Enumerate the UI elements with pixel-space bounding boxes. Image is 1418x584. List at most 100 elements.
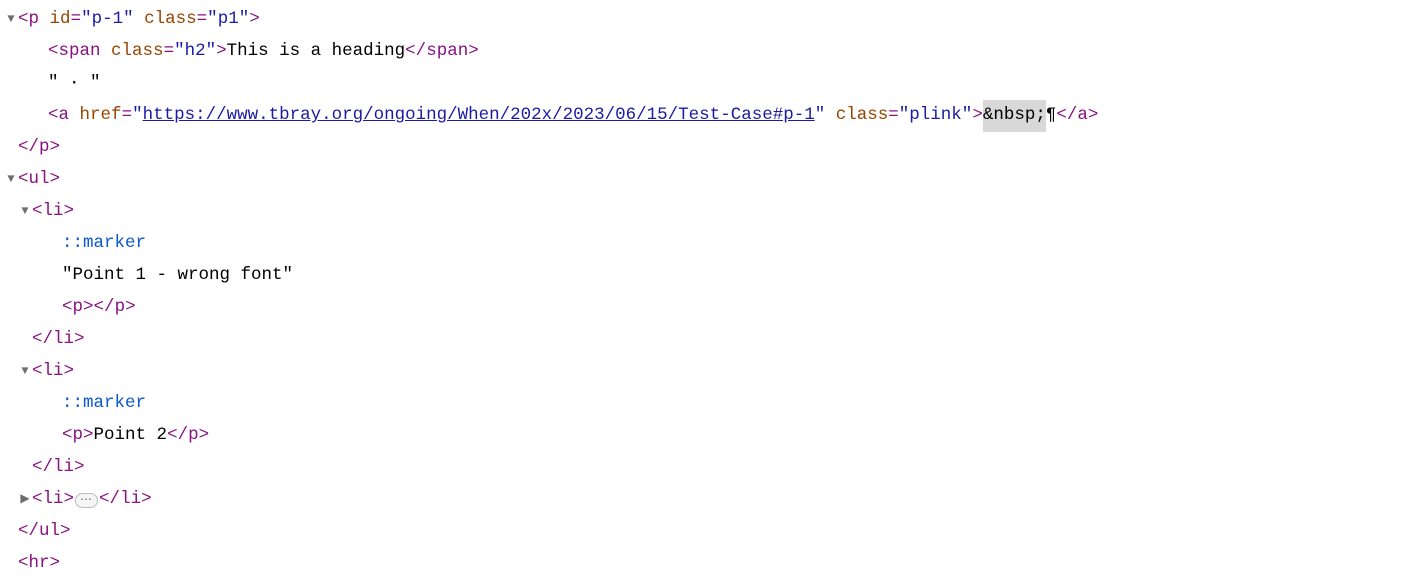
- dom-line-hr[interactable]: <hr>: [4, 548, 1418, 580]
- tag-p: p: [39, 132, 50, 164]
- attr-class-value: h2: [185, 36, 206, 68]
- expand-toggle-icon[interactable]: ▶: [18, 489, 32, 511]
- eq: =: [71, 4, 82, 36]
- dom-line-p-close[interactable]: </p>: [4, 132, 1418, 164]
- dom-line-p-empty[interactable]: <p></p>: [4, 292, 1418, 324]
- eq: =: [197, 4, 208, 36]
- attr-class: class: [111, 36, 164, 68]
- tag-end-lt: </: [167, 420, 188, 452]
- quote: ": [899, 100, 910, 132]
- dom-line-marker[interactable]: ::marker: [4, 228, 1418, 260]
- tag-li: li: [43, 356, 64, 388]
- tag-lt: <: [18, 548, 29, 580]
- tag-gt: >: [83, 292, 94, 324]
- tag-end-lt: </: [1056, 100, 1077, 132]
- tag-lt: <: [62, 292, 73, 324]
- tag-end-lt: </: [99, 484, 120, 516]
- tag-gt: >: [199, 420, 210, 452]
- eq: =: [122, 100, 133, 132]
- entity-nbsp: &nbsp;: [983, 100, 1046, 132]
- quote: ": [815, 100, 826, 132]
- tag-gt: >: [74, 324, 85, 356]
- tag-end-lt: </: [18, 132, 39, 164]
- eq: =: [888, 100, 899, 132]
- tag-gt: >: [64, 196, 75, 228]
- expand-toggle-icon[interactable]: ▼: [18, 201, 32, 223]
- dom-line-li-close[interactable]: </li>: [4, 324, 1418, 356]
- dom-line-p-point2[interactable]: <p>Point 2</p>: [4, 420, 1418, 452]
- tag-lt: <: [48, 100, 59, 132]
- tag-p: p: [73, 420, 84, 452]
- tag-gt: >: [64, 484, 75, 516]
- tag-end-lt: </: [94, 292, 115, 324]
- attr-href: href: [80, 100, 122, 132]
- expand-toggle-icon[interactable]: ▼: [4, 169, 18, 191]
- tag-lt: <: [32, 484, 43, 516]
- attr-class-value: plink: [909, 100, 962, 132]
- tag-lt: <: [18, 4, 29, 36]
- tag-gt: >: [249, 4, 260, 36]
- pseudo-marker: ::marker: [62, 388, 146, 420]
- quote: ": [239, 4, 250, 36]
- attr-class-value: p1: [218, 4, 239, 36]
- expand-toggle-icon[interactable]: ▼: [4, 9, 18, 31]
- attr-class: class: [836, 100, 889, 132]
- tag-lt: <: [48, 36, 59, 68]
- ellipsis-icon[interactable]: ⋯: [75, 493, 98, 508]
- tag-li: li: [120, 484, 141, 516]
- dom-line-li-close[interactable]: </li>: [4, 452, 1418, 484]
- tag-gt: >: [1088, 100, 1099, 132]
- tag-end-lt: </: [18, 516, 39, 548]
- tag-end-lt: </: [405, 36, 426, 68]
- tag-gt: >: [125, 292, 136, 324]
- tag-p: p: [188, 420, 199, 452]
- tag-gt: >: [972, 100, 983, 132]
- tag-gt: >: [468, 36, 479, 68]
- dom-line-text[interactable]: "Point 1 - wrong font": [4, 260, 1418, 292]
- dom-line-span[interactable]: <span class="h2">This is a heading</span…: [4, 36, 1418, 68]
- tag-p: p: [115, 292, 126, 324]
- tag-hr: hr: [29, 548, 50, 580]
- eq: =: [164, 36, 175, 68]
- dom-line-li-open[interactable]: ▼ <li>: [4, 356, 1418, 388]
- tag-li: li: [53, 324, 74, 356]
- quote: ": [132, 100, 143, 132]
- tag-ul: ul: [29, 164, 50, 196]
- text-heading: This is a heading: [227, 36, 406, 68]
- dom-line-ul-open[interactable]: ▼ <ul>: [4, 164, 1418, 196]
- pseudo-marker: ::marker: [62, 228, 146, 260]
- tag-ul: ul: [39, 516, 60, 548]
- attr-href-value[interactable]: https://www.tbray.org/ongoing/When/202x/…: [143, 100, 815, 132]
- tag-lt: <: [18, 164, 29, 196]
- tag-p: p: [73, 292, 84, 324]
- tag-li: li: [43, 196, 64, 228]
- quote: ": [962, 100, 973, 132]
- tag-gt: >: [50, 164, 61, 196]
- tag-gt: >: [83, 420, 94, 452]
- text-node: " · ": [48, 68, 101, 100]
- tag-a-close: a: [1077, 100, 1088, 132]
- dom-line-li-open[interactable]: ▼ <li>: [4, 196, 1418, 228]
- tag-end-lt: </: [32, 324, 53, 356]
- tag-gt: >: [50, 132, 61, 164]
- tag-gt: >: [50, 548, 61, 580]
- dom-line-marker[interactable]: ::marker: [4, 388, 1418, 420]
- tag-p: p: [29, 4, 40, 36]
- dom-line-text[interactable]: " · ": [4, 68, 1418, 100]
- dom-line-a[interactable]: <a href="https://www.tbray.org/ongoing/W…: [4, 100, 1418, 132]
- tag-gt: >: [216, 36, 227, 68]
- attr-id: id: [50, 4, 71, 36]
- dom-line-ul-close[interactable]: </ul>: [4, 516, 1418, 548]
- tag-gt: >: [60, 516, 71, 548]
- tag-gt: >: [74, 452, 85, 484]
- quote: ": [174, 36, 185, 68]
- attr-class: class: [144, 4, 197, 36]
- dom-line-p-open[interactable]: ▼ <p id="p-1" class="p1">: [4, 4, 1418, 36]
- expand-toggle-icon[interactable]: ▼: [18, 361, 32, 383]
- quote: ": [206, 36, 217, 68]
- tag-a: a: [59, 100, 70, 132]
- quote: ": [81, 4, 92, 36]
- text-point2: Point 2: [94, 420, 168, 452]
- dom-line-li-collapsed[interactable]: ▶ <li>⋯</li>: [4, 484, 1418, 516]
- tag-span: span: [59, 36, 101, 68]
